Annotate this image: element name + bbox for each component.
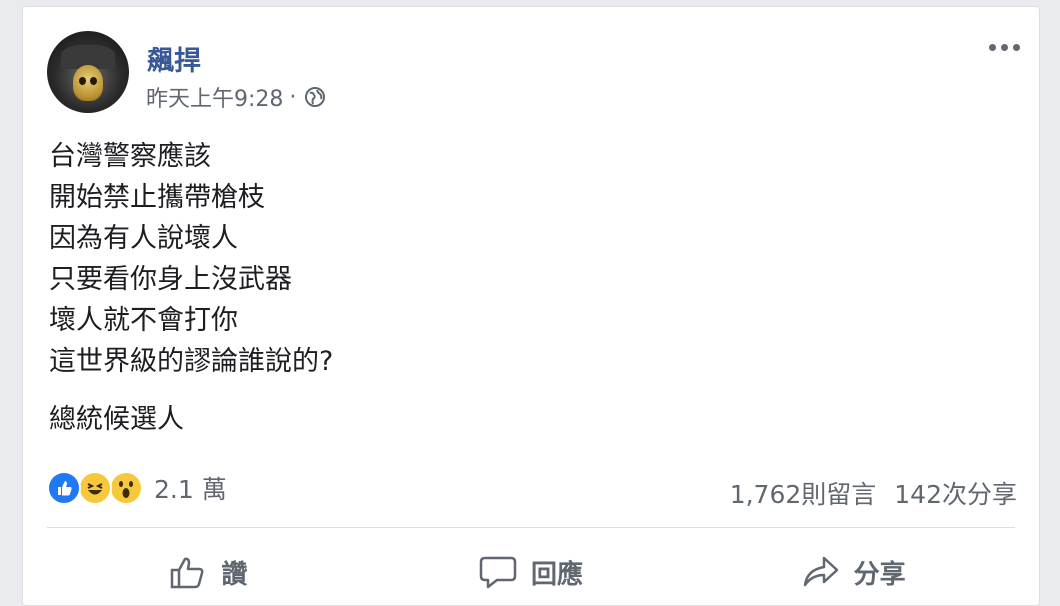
haha-icon [78, 471, 112, 505]
comment-label: 回應 [531, 559, 584, 590]
globe-icon[interactable] [304, 86, 326, 108]
share-count[interactable]: 142次分享 [894, 475, 1017, 511]
post-actions: 讚 回應 分享 [47, 547, 1015, 597]
post-line: 這世界級的謬論誰說的? [49, 346, 334, 377]
post-meta: 昨天上午9:28 · [146, 81, 326, 113]
wow-icon [109, 471, 143, 505]
post-card: 飆捍 昨天上午9:28 · 台灣警察應該 開始禁止攜帶槍枝 因為有人說壞人 只要… [22, 6, 1040, 606]
comment-count[interactable]: 1,762則留言 [730, 475, 877, 511]
author-name[interactable]: 飆捍 [147, 39, 201, 78]
post-line: 台灣警察應該 [49, 141, 211, 172]
post-line: 因為有人說壞人 [49, 223, 238, 254]
reaction-count: 2.1 萬 [154, 475, 227, 504]
share-icon [802, 554, 840, 590]
like-label: 讚 [221, 559, 248, 590]
post-footer-line: 總統候選人 [49, 404, 184, 435]
post-line: 壞人就不會打你 [49, 305, 238, 336]
actions-divider [47, 527, 1015, 528]
more-options-icon[interactable] [989, 37, 1023, 57]
post-line: 只要看你身上沒武器 [49, 264, 292, 295]
post-line: 開始禁止攜帶槍枝 [49, 182, 265, 213]
thumbs-up-icon [169, 554, 207, 590]
like-icon [47, 471, 81, 505]
post-timestamp[interactable]: 昨天上午9:28 [146, 81, 283, 113]
like-button[interactable]: 讚 [47, 547, 370, 597]
comment-icon [479, 554, 517, 590]
post-body: 台灣警察應該 開始禁止攜帶槍枝 因為有人說壞人 只要看你身上沒武器 壞人就不會打… [49, 136, 333, 382]
comment-button[interactable]: 回應 [370, 547, 693, 597]
engagement-stats: 1,762則留言 142次分享 [730, 475, 1017, 511]
meta-separator: · [289, 84, 297, 110]
share-button[interactable]: 分享 [692, 547, 1015, 597]
reaction-summary[interactable]: 2.1 萬 [47, 470, 227, 506]
share-label: 分享 [853, 559, 906, 590]
author-avatar[interactable] [47, 31, 129, 113]
